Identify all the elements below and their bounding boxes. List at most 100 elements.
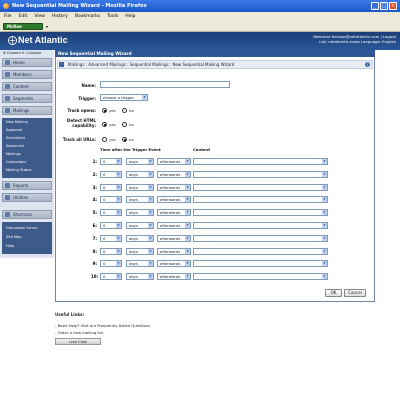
content-select[interactable]: ▾	[193, 184, 328, 191]
menu-edit[interactable]: Edit	[19, 14, 28, 19]
maximize-button[interactable]: □	[380, 2, 388, 10]
name-input[interactable]	[100, 81, 230, 88]
delay-when-select[interactable]: afterwards ▾	[157, 158, 191, 165]
content-select[interactable]: ▾	[193, 260, 328, 267]
track-urls-no-radio[interactable]	[122, 137, 127, 142]
menu-bookmarks[interactable]: Bookmarks	[75, 14, 100, 19]
sidebar-item-utilities[interactable]: Utilities	[2, 193, 52, 202]
menu-file[interactable]: File	[4, 14, 12, 19]
delay-number-select-value: 0	[103, 210, 106, 215]
delay-unit-select[interactable]: days ▾	[126, 273, 154, 280]
order-list-link[interactable]: - Order a new mailing list	[55, 330, 103, 335]
menu-history[interactable]: History	[52, 14, 68, 19]
chevron-down-icon: ▾	[116, 185, 121, 190]
row-number: 7:	[92, 236, 97, 241]
delay-unit-select[interactable]: days ▾	[126, 235, 154, 242]
delay-number-select[interactable]: 0 ▾	[100, 235, 122, 242]
expand-link[interactable]: Expand	[7, 51, 20, 55]
minimize-button[interactable]: _	[371, 2, 379, 10]
dropdown-arrow-icon[interactable]: ▾	[46, 24, 48, 29]
content-select[interactable]: ▾	[193, 171, 328, 178]
delay-number-select[interactable]: 0 ▾	[100, 209, 122, 216]
sidebar-subitem-advanced[interactable]: Advanced	[6, 144, 24, 148]
content-select[interactable]: ▾	[193, 158, 328, 165]
sidebar-subitem-campaigns[interactable]: Campaigns	[6, 160, 26, 164]
menu-view[interactable]: View	[34, 14, 45, 19]
live-chat-button[interactable]: Live Chat	[55, 338, 101, 345]
content-select[interactable]: ▾	[193, 273, 328, 280]
content-select[interactable]: ▾	[193, 209, 328, 216]
sidebar-item-members[interactable]: Members	[2, 70, 52, 79]
delay-number-select[interactable]: 0 ▾	[100, 222, 122, 229]
track-opens-no-radio[interactable]	[122, 108, 127, 113]
sidebar-item-mailings[interactable]: Mailings	[2, 106, 52, 115]
sidebar-subitem-approval[interactable]: Approval	[6, 128, 22, 132]
content-select[interactable]: ▾	[193, 222, 328, 229]
delay-unit-select[interactable]: days ▾	[126, 171, 154, 178]
detect-html-no-label: no	[129, 122, 134, 127]
menu-tools[interactable]: Tools	[107, 14, 118, 19]
delay-when-select[interactable]: afterwards ▾	[157, 260, 191, 267]
sidebar-subitem-discussion-forum[interactable]: Discussion Forum	[6, 226, 38, 230]
delay-unit-select[interactable]: days ▾	[126, 222, 154, 229]
delay-unit-select[interactable]: days ▾	[126, 260, 154, 267]
detect-html-yes-radio[interactable]	[102, 122, 107, 127]
sidebar-subitem-site-map[interactable]: Site Map	[6, 235, 22, 239]
delay-number-select-value: 0	[103, 172, 106, 177]
menu-help[interactable]: Help	[125, 14, 135, 19]
delay-number-select[interactable]: 0 ▾	[100, 260, 122, 267]
mckee-toolbar-button[interactable]: McKee	[3, 23, 43, 30]
sidebar-subitem-scheduled[interactable]: Scheduled	[6, 136, 25, 140]
delay-when-select[interactable]: afterwards ▾	[157, 196, 191, 203]
delay-number-select[interactable]: 0 ▾	[100, 158, 122, 165]
faq-link[interactable]: - Need Help? Visit our Frequently Asked …	[55, 323, 150, 328]
delay-unit-select[interactable]: days ▾	[126, 248, 154, 255]
delay-number-select[interactable]: 0 ▾	[100, 248, 122, 255]
track-urls-yes-radio[interactable]	[102, 137, 107, 142]
delay-when-select[interactable]: afterwards ▾	[157, 171, 191, 178]
track-opens-yes-radio[interactable]	[102, 108, 107, 113]
sidebar-item-segments[interactable]: Segments	[2, 94, 52, 103]
sidebar-subitem-new-mailing[interactable]: New Mailing	[6, 120, 28, 124]
delay-number-select[interactable]: 0 ▾	[100, 196, 122, 203]
content-select[interactable]: ▾	[193, 235, 328, 242]
sidebar-item-reports[interactable]: Reports	[2, 181, 52, 190]
collapse-link[interactable]: Collapse	[26, 51, 41, 55]
track-opens-yes-label: yes	[109, 108, 116, 113]
delay-when-select[interactable]: afterwards ▾	[157, 235, 191, 242]
sidebar-subitem-mailings[interactable]: Mailings	[6, 152, 21, 156]
delay-number-select[interactable]: 0 ▾	[100, 273, 122, 280]
delay-number-select[interactable]: 0 ▾	[100, 184, 122, 191]
chevron-down-icon: ▾	[148, 274, 153, 279]
help-icon[interactable]: ?	[365, 62, 370, 67]
delay-when-select[interactable]: afterwards ▾	[157, 184, 191, 191]
chevron-down-icon: ▾	[322, 223, 327, 228]
delay-unit-select[interactable]: days ▾	[126, 196, 154, 203]
ok-button[interactable]: OK	[325, 289, 342, 297]
trigger-select[interactable]: choose a trigger ▾	[100, 94, 148, 101]
delay-when-select[interactable]: afterwards ▾	[157, 209, 191, 216]
content-select[interactable]: ▾	[193, 196, 328, 203]
delay-number-select-value: 0	[103, 185, 106, 190]
detect-html-no-radio[interactable]	[122, 122, 127, 127]
delay-when-select[interactable]: afterwards ▾	[157, 273, 191, 280]
delay-when-select[interactable]: afterwards ▾	[157, 222, 191, 229]
content-select[interactable]: ▾	[193, 248, 328, 255]
sidebar-item-shortcuts[interactable]: Shortcuts	[2, 210, 52, 219]
close-button[interactable]: ×	[389, 2, 397, 10]
delay-unit-select[interactable]: days ▾	[126, 209, 154, 216]
delay-unit-select[interactable]: days ▾	[126, 158, 154, 165]
expand-collapse-row: ⊕ Expand ⊖ Collapse	[3, 51, 41, 55]
delay-unit-select[interactable]: days ▾	[126, 184, 154, 191]
sidebar-subitem-help[interactable]: Help	[6, 244, 14, 248]
collapse-icon[interactable]: ⊖	[22, 51, 25, 55]
expand-icon[interactable]: ⊕	[3, 51, 6, 55]
delay-when-select[interactable]: afterwards ▾	[157, 248, 191, 255]
delay-number-select-value: 0	[103, 223, 106, 228]
sidebar-item-home[interactable]: Home	[2, 58, 52, 67]
delay-number-select[interactable]: 0 ▾	[100, 171, 122, 178]
cancel-button[interactable]: Cancel	[344, 289, 366, 297]
sidebar-subitem-mailing-status[interactable]: Mailing Status	[6, 168, 31, 172]
name-label: Name:	[81, 83, 96, 88]
sidebar-item-content[interactable]: Content	[2, 82, 52, 91]
